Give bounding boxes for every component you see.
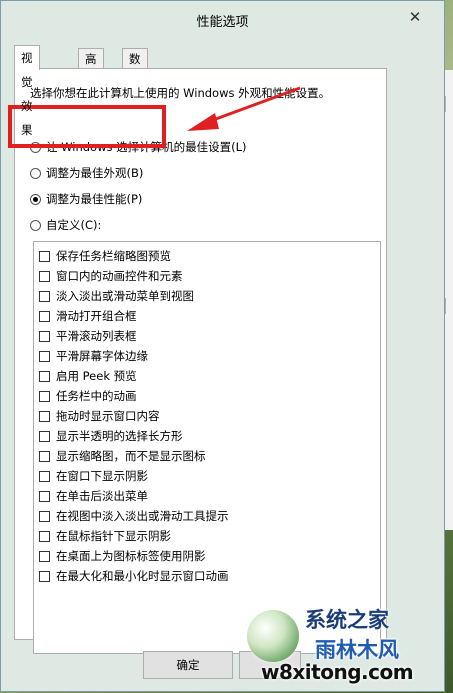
visual-effect-item[interactable]: 在最大化和最小化时显示窗口动画 [39,568,229,584]
checkbox[interactable] [39,450,50,462]
visual-effect-label: 在单击后淡出菜单 [56,489,148,503]
watermark-brand-1: 系统之家 [305,608,389,632]
checkbox[interactable] [39,490,50,502]
checkbox[interactable] [39,390,50,402]
checkbox[interactable] [39,570,50,582]
visual-effect-item[interactable]: 在视图中淡入淡出或滑动工具提示 [39,508,229,524]
tab-advanced[interactable]: 高级 [78,48,104,86]
checkbox[interactable] [39,410,50,422]
visual-effect-label: 在最大化和最小化时显示窗口动画 [56,569,229,583]
visual-effect-label: 滑动打开组合框 [56,309,137,323]
visual-effect-label: 在视图中淡入淡出或滑动工具提示 [56,509,229,523]
radio-button-selected[interactable] [30,193,41,205]
visual-effect-label: 淡入淡出或滑动菜单到视图 [56,289,194,303]
visual-effect-item[interactable]: 保存任务栏缩略图预览 [39,248,171,264]
visual-effects-panel: 选择你想在此计算机上使用的 Windows 外观和性能设置。 让 Windows… [14,68,387,654]
checkbox[interactable] [39,370,50,382]
site-watermark: 系统之家 雨林木风 w8xitong.com [243,600,449,688]
visual-effect-label: 显示半透明的选择长方形 [56,429,183,443]
checkbox[interactable] [39,470,50,482]
visual-effect-item[interactable]: 窗口内的动画控件和元素 [39,268,183,284]
title-bar: 性能选项 ✕ [1,1,444,37]
visual-effect-label: 窗口内的动画控件和元素 [56,269,183,283]
checkbox[interactable] [39,330,50,342]
checkbox[interactable] [39,530,50,542]
visual-effect-item[interactable]: 任务栏中的动画 [39,388,137,404]
checkbox[interactable] [39,250,50,262]
visual-effect-item[interactable]: 启用 Peek 预览 [39,368,137,384]
visual-effect-item[interactable]: 淡入淡出或滑动菜单到视图 [39,288,194,304]
ok-button[interactable]: 确定 [143,651,233,679]
annotation-arrow-icon [187,86,301,131]
checkbox[interactable] [39,350,50,362]
visual-effects-list[interactable]: 保存任务栏缩略图预览 窗口内的动画控件和元素 淡入淡出或滑动菜单到视图 滑动打开组合框… [33,241,381,654]
visual-effect-label: 在窗口下显示阴影 [56,469,148,483]
visual-effect-item[interactable]: 滑动打开组合框 [39,308,137,324]
visual-effect-item[interactable]: 显示缩略图，而不是显示图标 [39,448,206,464]
visual-effect-label: 在桌面上为图标标签使用阴影 [56,549,206,563]
checkbox[interactable] [39,290,50,302]
window-title: 性能选项 [196,15,249,30]
close-icon: ✕ [408,8,422,26]
checkbox[interactable] [39,430,50,442]
watermark-url: w8xitong.com [261,660,414,684]
visual-effect-item[interactable]: 拖动时显示窗口内容 [39,408,160,424]
visual-effect-item[interactable]: 平滑滚动列表框 [39,328,137,344]
checkbox[interactable] [39,310,50,322]
visual-effect-label: 保存任务栏缩略图预览 [56,249,171,263]
tab-visual-effects[interactable]: 视觉效果 [14,45,40,137]
close-button[interactable]: ✕ [406,9,424,25]
watermark-logo-icon [247,610,299,662]
visual-effect-label: 拖动时显示窗口内容 [56,409,160,423]
radio-button[interactable] [30,167,41,179]
visual-effect-item[interactable]: 平滑屏幕字体边缘 [39,348,148,364]
checkbox[interactable] [39,270,50,282]
radio-label: 自定义(C): [46,218,102,232]
radio-best-performance[interactable]: 调整为最佳性能(P) [30,191,142,207]
visual-effect-item[interactable]: 在桌面上为图标标签使用阴影 [39,548,206,564]
checkbox[interactable] [39,510,50,522]
radio-button[interactable] [30,219,41,231]
checkbox[interactable] [39,550,50,562]
visual-effect-label: 平滑滚动列表框 [56,329,137,343]
visual-effect-label: 启用 Peek 预览 [56,369,137,383]
tab-data-execution-prevention[interactable]: 数据执行保护 [122,48,148,166]
radio-label: 调整为最佳外观(B) [46,166,144,180]
radio-custom[interactable]: 自定义(C): [30,217,101,233]
visual-effect-item[interactable]: 在鼠标指针下显示阴影 [39,528,171,544]
visual-effect-label: 平滑屏幕字体边缘 [56,349,148,363]
visual-effect-label: 在鼠标指针下显示阴影 [56,529,171,543]
radio-label: 调整为最佳性能(P) [46,192,143,206]
radio-best-appearance[interactable]: 调整为最佳外观(B) [30,165,143,181]
visual-effect-item[interactable]: 显示半透明的选择长方形 [39,428,183,444]
visual-effect-label: 任务栏中的动画 [56,389,137,403]
visual-effect-item[interactable]: 在窗口下显示阴影 [39,468,148,484]
visual-effect-label: 显示缩略图，而不是显示图标 [56,449,206,463]
visual-effect-item[interactable]: 在单击后淡出菜单 [39,488,148,504]
